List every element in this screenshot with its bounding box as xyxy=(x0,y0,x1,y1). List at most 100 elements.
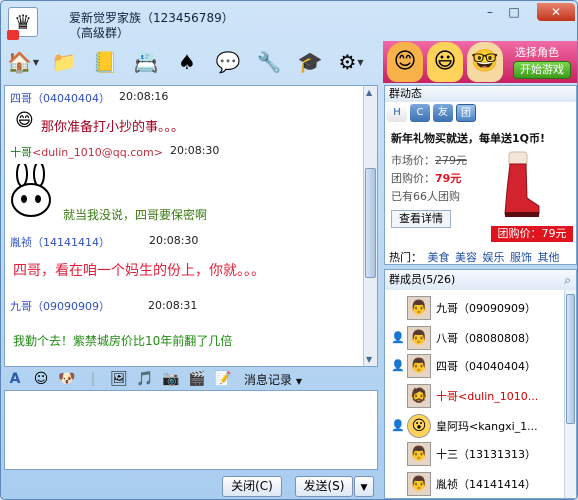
home-icon[interactable]: 🏠 ▼ xyxy=(7,46,39,78)
tab-h[interactable]: H xyxy=(387,104,407,122)
scroll-thumb[interactable] xyxy=(566,294,575,424)
tools-icon[interactable]: 🔧 xyxy=(253,46,285,78)
title-bar[interactable]: ♛ 爱新觉罗家族（123456789） （高级群） – □ ✕ xyxy=(1,1,577,41)
scroll-down-icon[interactable]: ▼ xyxy=(366,355,372,364)
member-name: 八哥（08080808） xyxy=(436,332,536,345)
member-item[interactable]: 👨 胤祯（14141414） xyxy=(407,470,567,498)
group-dynamics-panel: 群动态 H C 友 团 新年礼物买就送，每单送1Q币! 市场价：279元 团购价… xyxy=(384,85,577,265)
chat-glyph: 💬 xyxy=(215,50,241,74)
view-details-button[interactable]: 查看详情 xyxy=(391,210,451,228)
settings-icon[interactable]: ⚙ ▼ xyxy=(335,46,367,78)
ad-title[interactable]: 新年礼物买就送，每单送1Q币! xyxy=(391,130,545,146)
close-window-button[interactable]: ✕ xyxy=(537,3,575,21)
message-text: 四哥，看在咱一个妈生的份上，你就。。。 xyxy=(13,263,265,279)
scroll-up-icon[interactable]: ▲ xyxy=(366,88,372,97)
chevron-down-icon: ▼ xyxy=(295,376,302,386)
sender-name[interactable]: 九哥 xyxy=(10,300,32,313)
hot-link-other[interactable]: 其他 xyxy=(538,251,560,264)
avatar: 🧔 xyxy=(407,384,431,408)
members-scrollbar[interactable] xyxy=(564,290,576,498)
member-item[interactable]: 🧔 十哥<dulin_1010... xyxy=(407,382,567,410)
message-history-button[interactable]: 消息记录 ▼ xyxy=(244,371,302,388)
member-item[interactable]: 👨 四哥（04040404） xyxy=(407,352,567,380)
panel-title: 群动态 xyxy=(385,86,576,102)
message-input[interactable] xyxy=(4,390,378,470)
avatar: 👨 xyxy=(407,472,431,496)
image-icon[interactable]: 🖼 xyxy=(110,370,128,388)
hot-link-food[interactable]: 美食 xyxy=(428,251,450,264)
avatar: 👨 xyxy=(407,442,431,466)
hot-link-clothing[interactable]: 服饰 xyxy=(510,251,532,264)
market-price-label: 市场价： xyxy=(391,154,435,167)
album-icon[interactable]: 📒 xyxy=(89,46,121,78)
send-options-button[interactable]: ▼ xyxy=(354,476,374,497)
hat-glyph: 🎓 xyxy=(297,50,323,74)
search-icon[interactable]: ⌕ xyxy=(564,273,571,288)
sender-id: （09090909） xyxy=(32,300,110,313)
owner-icon: 👤 xyxy=(391,419,405,432)
scroll-thumb[interactable] xyxy=(365,168,376,278)
hat-icon[interactable]: 🎓 xyxy=(294,46,326,78)
chevron-down-icon: ▼ xyxy=(360,483,368,493)
poker-icon[interactable]: ♠ xyxy=(171,46,203,78)
avatar: 👨 xyxy=(407,296,431,320)
sender-name[interactable]: 十哥 xyxy=(10,146,32,159)
emoji-icon[interactable]: ☺ xyxy=(32,370,50,388)
more-tools-icon[interactable]: 🎬 xyxy=(188,370,206,388)
message-time: 20:08:16 xyxy=(119,90,169,103)
maximize-button[interactable]: □ xyxy=(503,3,525,21)
avatar: 👨 xyxy=(407,354,431,378)
screenshot-icon[interactable]: 📷 xyxy=(162,370,180,388)
chat-scrollbar[interactable]: ▲ ▼ xyxy=(363,86,377,366)
hot-link-entertainment[interactable]: 娱乐 xyxy=(483,251,505,264)
group-members-panel: 群成员(5/26) ⌕ 👨 九哥（09090909） 👤 👨 八哥（080808… xyxy=(384,269,577,499)
member-name: 十三（13131313） xyxy=(436,448,536,461)
tab-friend[interactable]: 友 xyxy=(433,104,453,122)
album-glyph: 📒 xyxy=(92,50,118,74)
boot-product-image[interactable] xyxy=(497,150,541,220)
member-name: 胤祯（14141414） xyxy=(436,478,536,491)
tab-group-buy[interactable]: 团 xyxy=(456,104,476,122)
hot-links: 热门： 美食 美容 娱乐 服饰 其他 xyxy=(389,249,560,265)
sender-name[interactable]: 四哥 xyxy=(10,92,32,105)
member-item[interactable]: 😮 皇阿玛<kangxi_1... xyxy=(407,412,567,440)
home-glyph: 🏠 xyxy=(6,50,32,74)
rabbit-emoticon-icon xyxy=(9,161,53,218)
member-item[interactable]: 👨 九哥（09090909） xyxy=(407,294,567,322)
sender-id: （04040404） xyxy=(32,92,110,105)
card-glyph: 📇 xyxy=(133,50,159,74)
message-header: 九哥（09090909） xyxy=(10,298,110,314)
folder-icon[interactable]: 📁 xyxy=(48,46,80,78)
hot-link-beauty[interactable]: 美容 xyxy=(455,251,477,264)
member-item[interactable]: 👨 八哥（08080808） xyxy=(407,324,567,352)
history-label: 消息记录 xyxy=(244,372,293,387)
music-icon[interactable]: 🎵 xyxy=(136,370,154,388)
minimize-button[interactable]: – xyxy=(479,3,501,21)
card-icon[interactable]: 📇 xyxy=(130,46,162,78)
price-tag[interactable]: 团购价：79元 xyxy=(491,226,573,242)
send-button[interactable]: 发送(S) xyxy=(295,476,353,497)
market-price-line: 市场价：279元 xyxy=(391,152,467,168)
banner-text: 选择角色 xyxy=(515,46,559,59)
magic-emoji-icon[interactable]: 🐶 xyxy=(58,370,76,388)
poker-glyph: ♠ xyxy=(178,50,196,74)
badge-icon xyxy=(7,30,19,40)
admin-icon: 👤 xyxy=(391,331,405,344)
settings-glyph: ⚙ xyxy=(338,50,357,74)
market-price: 279元 xyxy=(435,154,467,167)
sender-id: （14141414） xyxy=(32,236,110,249)
start-game-button[interactable]: 开始游戏 xyxy=(513,61,571,79)
tab-c[interactable]: C xyxy=(410,104,430,122)
chat-history[interactable]: 四哥（04040404） 20:08:16 😄 那你准备打小抄的事。。。 十哥<… xyxy=(4,85,378,367)
hot-label: 热门： xyxy=(389,251,422,264)
game-banner[interactable]: 😊 😃 🤓 选择角色 开始游戏 xyxy=(383,41,577,83)
history-icon[interactable]: 📝 xyxy=(214,370,232,388)
font-icon[interactable]: A xyxy=(6,370,24,388)
chat-icon[interactable]: 💬 xyxy=(212,46,244,78)
close-button[interactable]: 关闭(C) xyxy=(222,476,282,497)
sender-name[interactable]: 胤祯 xyxy=(10,236,32,249)
character-glasses-icon: 🤓 xyxy=(467,42,503,82)
member-item[interactable]: 👨 十三（13131313） xyxy=(407,440,567,468)
tools-glyph: 🔧 xyxy=(256,50,282,74)
message-time: 20:08:30 xyxy=(170,144,220,157)
